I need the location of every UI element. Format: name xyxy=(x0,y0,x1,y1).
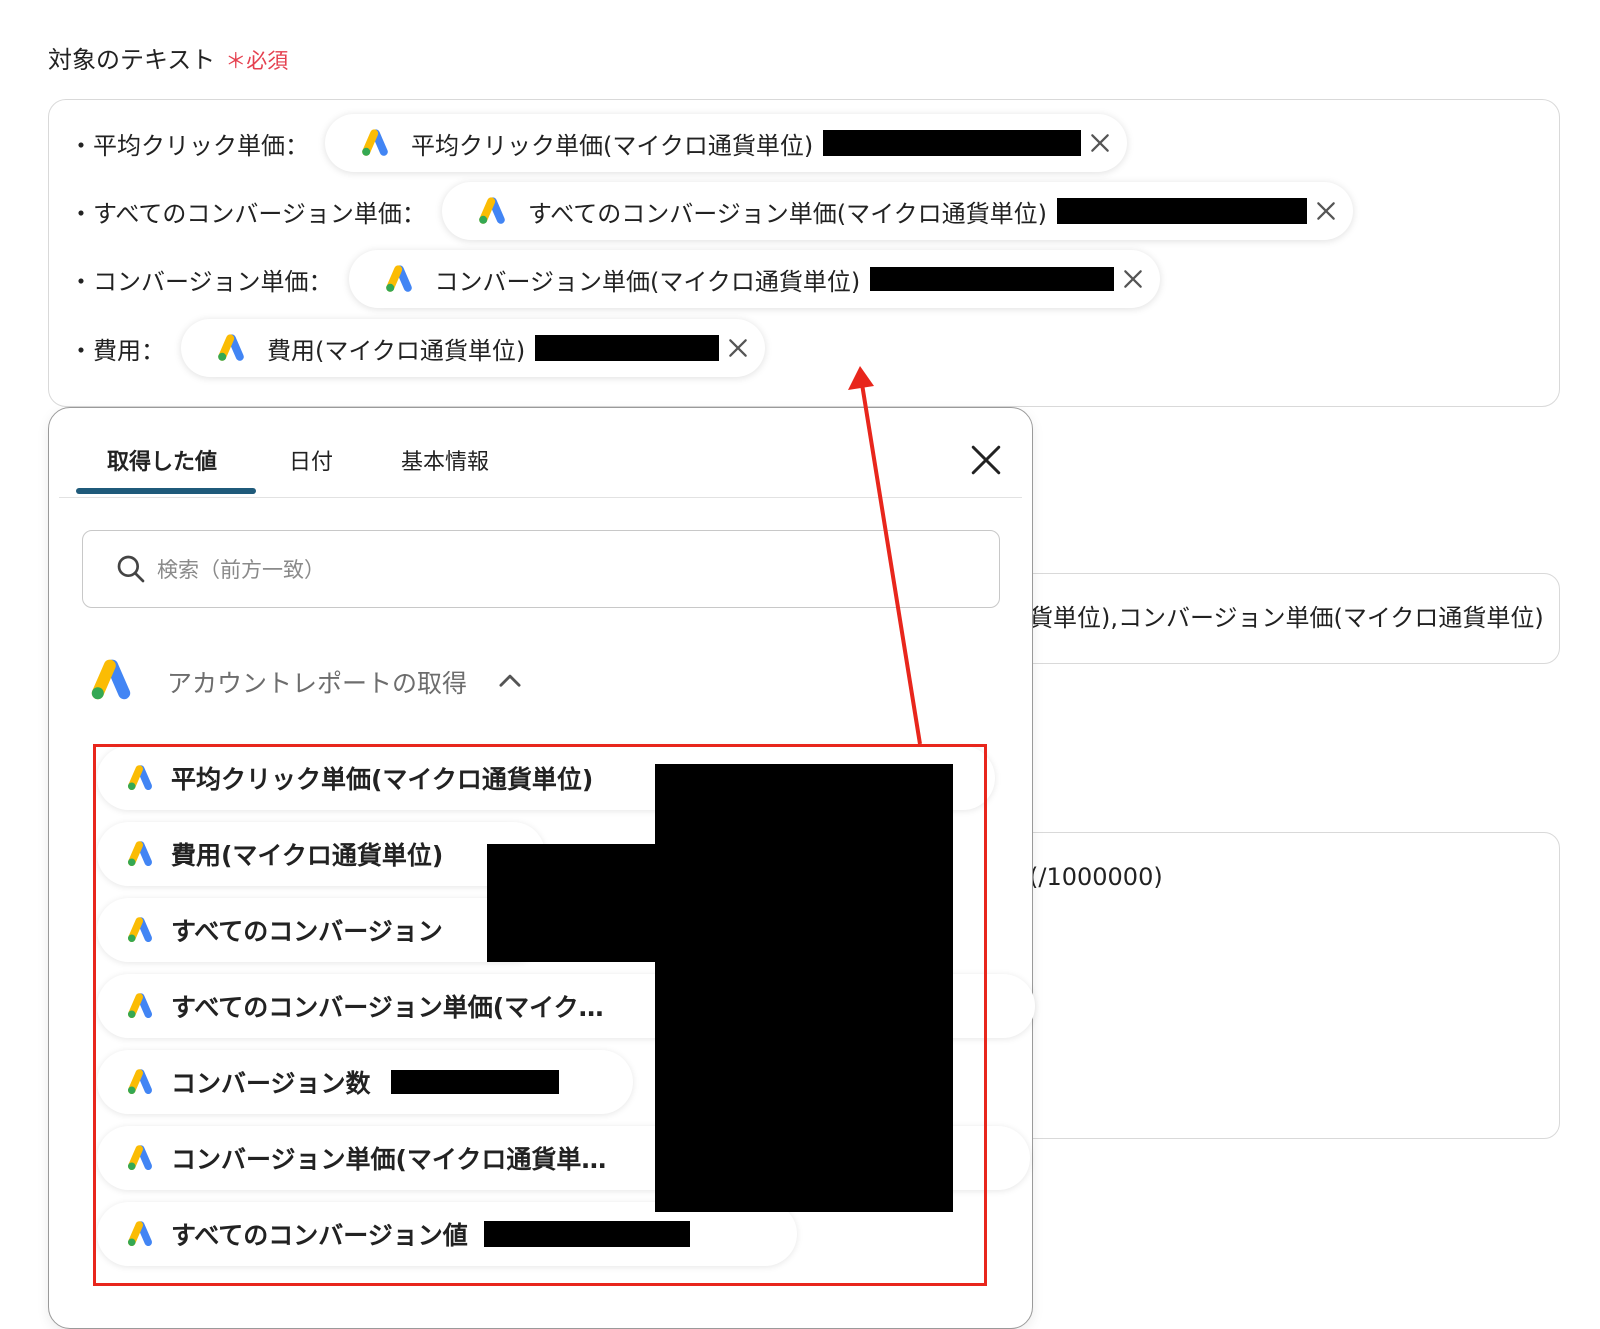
tab-basic-info[interactable]: 基本情報 xyxy=(401,444,489,476)
field-label-text: 対象のテキスト xyxy=(48,46,216,74)
redacted-value xyxy=(535,335,720,361)
variable-chip[interactable]: 平均クリック単価(マイクロ通貨単位) xyxy=(325,114,1128,172)
redacted-value xyxy=(870,267,1115,291)
text-line: ・コンバージョン単価： コンバージョン単価(マイクロ通貨単位) xyxy=(69,249,1161,309)
line-prefix: ・費用： xyxy=(69,336,165,365)
google-ads-icon xyxy=(215,333,247,363)
background-textarea-text: (/1000000) xyxy=(1029,863,1163,891)
tab-divider xyxy=(59,497,1022,498)
google-ads-icon xyxy=(383,264,415,294)
line-prefix: ・コンバージョン単価： xyxy=(69,267,333,296)
google-ads-icon xyxy=(359,128,391,158)
search-placeholder: 検索（前方一致） xyxy=(157,558,325,582)
close-icon[interactable] xyxy=(1089,132,1111,154)
active-tab-indicator xyxy=(76,488,256,494)
redacted-value xyxy=(1057,198,1308,224)
close-icon[interactable] xyxy=(970,444,1002,476)
chip-label: コンバージョン単価(マイクロ通貨単位) xyxy=(434,267,861,296)
google-ads-icon xyxy=(476,196,508,226)
redacted-value xyxy=(823,130,1082,156)
target-text-area[interactable]: ・平均クリック単価： 平均クリック単価(マイクロ通貨単位) ・すべてのコンバージ… xyxy=(48,99,1560,407)
search-icon xyxy=(117,555,145,583)
text-line: ・費用： 費用(マイクロ通貨単位) xyxy=(69,318,766,378)
required-mark: ＊必須 xyxy=(225,49,289,73)
variable-chip[interactable]: すべてのコンバージョン単価(マイクロ通貨単位) xyxy=(441,182,1354,240)
section-title[interactable]: アカウントレポートの取得 xyxy=(167,664,467,700)
close-icon[interactable] xyxy=(727,337,749,359)
background-textarea[interactable]: (/1000000) xyxy=(1000,832,1560,1139)
chip-label: すべてのコンバージョン単価(マイクロ通貨単位) xyxy=(527,199,1048,228)
field-label: 対象のテキスト ＊必須 xyxy=(48,40,288,75)
highlight-box xyxy=(93,744,987,1286)
google-ads-icon xyxy=(87,658,135,702)
variable-chip[interactable]: コンバージョン単価(マイクロ通貨単位) xyxy=(348,250,1161,308)
text-line: ・すべてのコンバージョン単価： すべてのコンバージョン単価(マイクロ通貨単位) xyxy=(69,181,1354,241)
chevron-up-icon[interactable] xyxy=(497,670,523,690)
chip-label: 平均クリック単価(マイクロ通貨単位) xyxy=(411,131,814,160)
variable-chip[interactable]: 費用(マイクロ通貨単位) xyxy=(181,319,766,377)
line-prefix: ・平均クリック単価： xyxy=(69,131,309,160)
close-icon[interactable] xyxy=(1315,200,1337,222)
text-line: ・平均クリック単価： 平均クリック単価(マイクロ通貨単位) xyxy=(69,113,1128,173)
tab-acquired-values[interactable]: 取得した値 xyxy=(107,444,217,476)
background-field-text: 貨単位),コンバージョン単価(マイクロ通貨単位) xyxy=(1029,604,1544,632)
chip-label: 費用(マイクロ通貨単位) xyxy=(267,336,526,365)
search-input[interactable]: 検索（前方一致） xyxy=(82,530,1000,608)
close-icon[interactable] xyxy=(1122,268,1144,290)
tab-date[interactable]: 日付 xyxy=(289,444,333,476)
line-prefix: ・すべてのコンバージョン単価： xyxy=(69,199,426,228)
background-input-field[interactable]: 貨単位),コンバージョン単価(マイクロ通貨単位) xyxy=(1000,573,1560,664)
